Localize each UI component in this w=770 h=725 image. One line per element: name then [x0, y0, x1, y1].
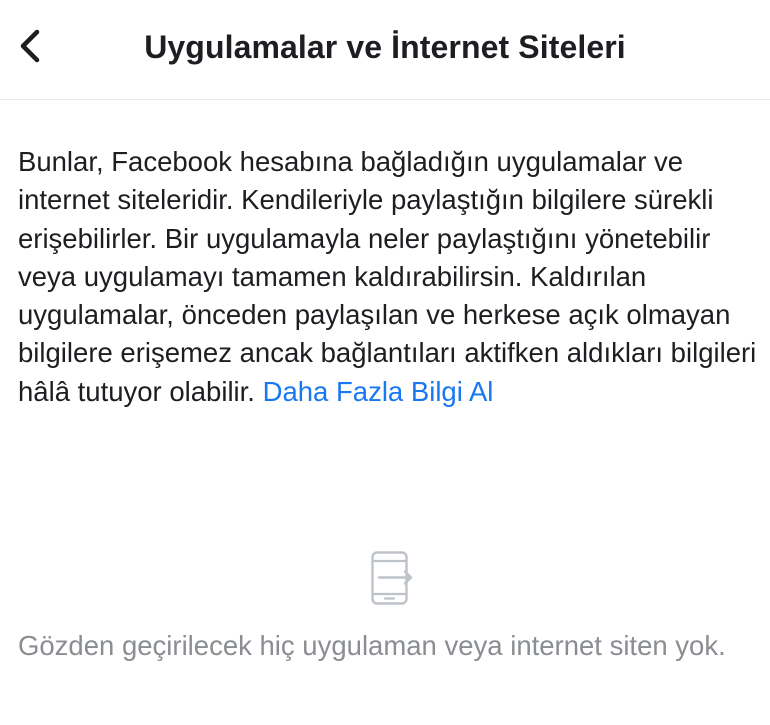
learn-more-link[interactable]: Daha Fazla Bilgi Al	[263, 376, 494, 407]
description-body: Bunlar, Facebook hesabına bağladığın uyg…	[18, 146, 757, 407]
page-title: Uygulamalar ve İnternet Siteleri	[144, 29, 626, 65]
header-bar: Uygulamalar ve İnternet Siteleri	[0, 0, 770, 100]
description-text: Bunlar, Facebook hesabına bağladığın uyg…	[18, 143, 770, 411]
phone-login-icon	[371, 551, 413, 605]
empty-state-message: Gözden geçirilecek hiç uygulaman veya in…	[18, 630, 726, 661]
